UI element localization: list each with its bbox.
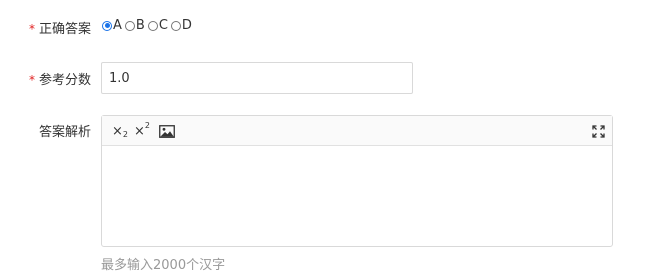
question-form: * 正确答案 A B C D * 参考分数 1.0 答案解析 × 2 × 2 最… — [0, 0, 650, 280]
radio-label-c[interactable]: C — [159, 18, 168, 33]
subscript-icon[interactable]: × 2 — [111, 122, 129, 140]
radio-option-c[interactable]: C — [147, 18, 168, 33]
image-icon[interactable] — [158, 122, 176, 140]
score-row: * 参考分数 — [0, 62, 650, 94]
radio-button-b[interactable] — [124, 20, 135, 31]
radio-option-b[interactable]: B — [124, 18, 145, 33]
radio-button-a[interactable] — [102, 20, 112, 31]
editor-toolbar: × 2 × 2 — [102, 116, 612, 146]
score-label-wrap: * 参考分数 — [29, 69, 91, 88]
radio-option-d[interactable]: D — [170, 18, 192, 33]
answer-label-wrap: * 正确答案 — [29, 18, 91, 37]
radio-button-c[interactable] — [147, 20, 158, 31]
answer-label: 正确答案 — [38, 22, 91, 37]
answer-row: * 正确答案 A B C D — [0, 16, 650, 38]
required-mark: * — [28, 22, 35, 36]
analysis-editor: × 2 × 2 — [101, 115, 613, 247]
answer-radio-group: A B C D — [102, 18, 195, 33]
score-label: 参考分数 — [38, 73, 91, 88]
radio-button-d[interactable] — [170, 20, 181, 31]
editor-content-area[interactable] — [102, 146, 612, 246]
radio-option-a[interactable]: A — [102, 18, 122, 33]
radio-label-b[interactable]: B — [136, 18, 145, 33]
radio-label-d[interactable]: D — [182, 18, 192, 33]
fullscreen-icon[interactable] — [590, 122, 606, 140]
radio-label-a[interactable]: A — [113, 18, 122, 33]
analysis-label: 答案解析 — [38, 125, 91, 140]
char-limit-hint: 最多输入2000个汉字 — [101, 258, 226, 273]
required-mark: * — [28, 73, 35, 87]
superscript-icon[interactable]: × 2 — [133, 122, 151, 140]
analysis-row: 答案解析 × 2 × 2 最多输入2000个汉字 — [0, 115, 650, 275]
score-input[interactable] — [101, 62, 413, 94]
